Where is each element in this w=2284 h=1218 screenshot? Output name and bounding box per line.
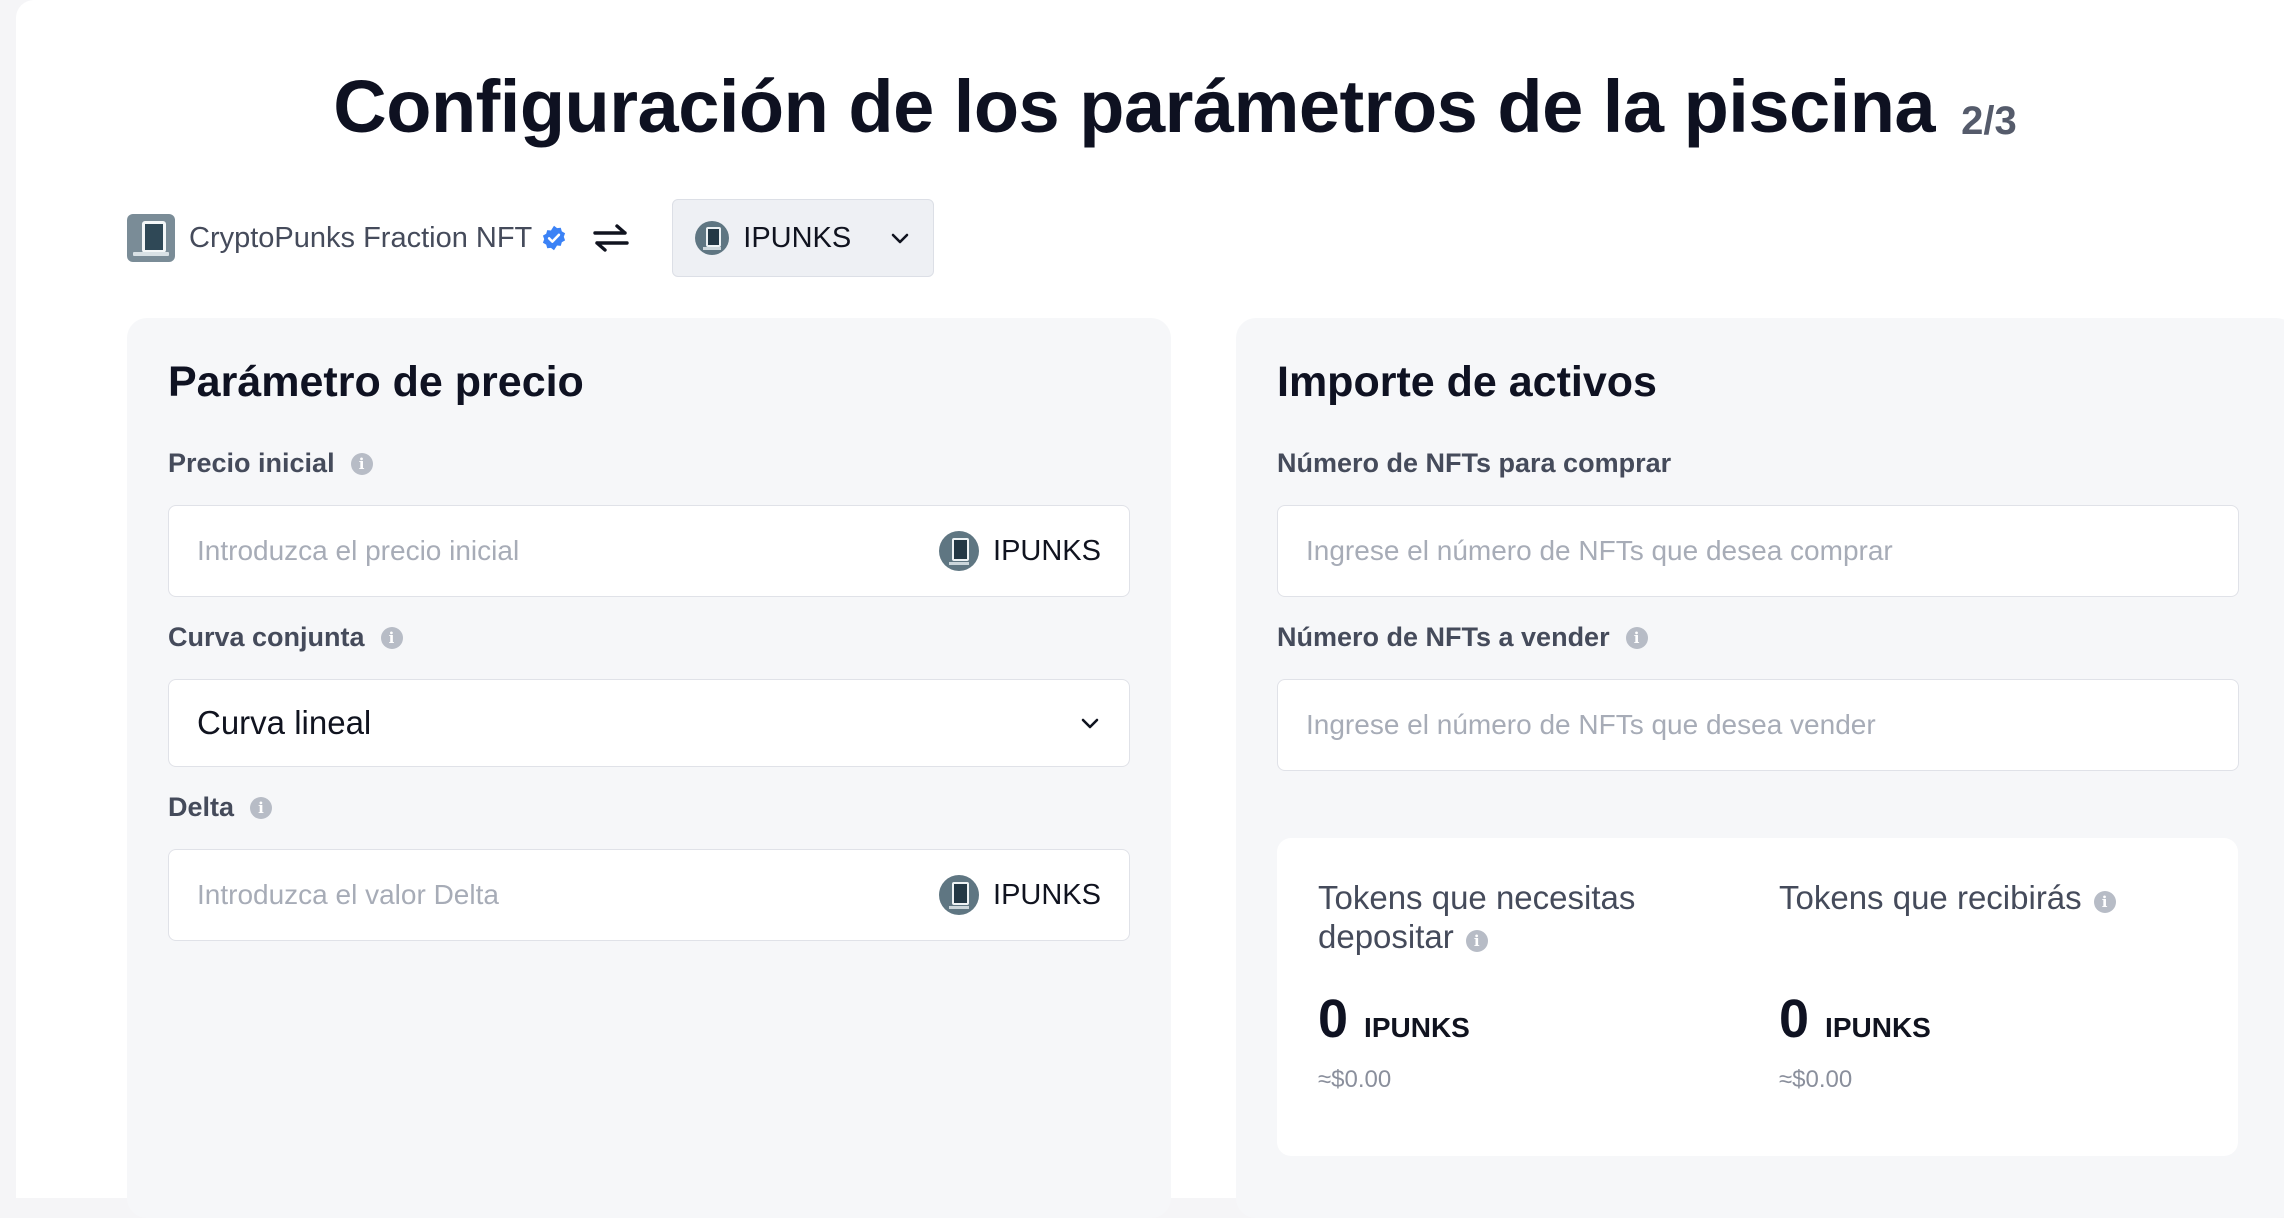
info-icon[interactable]: i xyxy=(1465,930,1488,952)
initial-price-input[interactable]: Introduzca el precio inicial IPUNKS xyxy=(168,505,1130,597)
sell-nfts-label: Número de NFTs a vender xyxy=(1277,622,1610,652)
delta-placeholder: Introduzca el valor Delta xyxy=(197,879,499,910)
info-icon[interactable]: i xyxy=(1625,626,1648,649)
deposit-unit: IPUNKS xyxy=(1364,1012,1470,1043)
sell-nfts-label-row: Número de NFTs a vender i xyxy=(1277,622,1648,653)
bonding-curve-select[interactable]: Curva lineal xyxy=(168,679,1130,767)
delta-label: Delta xyxy=(168,792,235,822)
chevron-down-icon xyxy=(891,233,909,244)
deposit-amount: 0 xyxy=(1318,989,1349,1049)
page-header: Configuración de los parámetros de la pi… xyxy=(0,64,2284,149)
buy-nfts-label-row: Número de NFTs para comprar xyxy=(1277,448,1671,479)
chevron-down-icon xyxy=(1081,718,1099,729)
swap-arrows-icon[interactable] xyxy=(592,223,630,253)
bonding-curve-label: Curva conjunta xyxy=(168,622,365,652)
info-icon[interactable]: i xyxy=(380,626,403,649)
delta-unit: IPUNKS xyxy=(939,875,1101,915)
receive-amount-row: 0 IPUNKS xyxy=(1779,988,1931,1050)
ipunks-token-icon xyxy=(695,221,730,255)
token-dropdown[interactable]: IPUNKS xyxy=(672,199,935,277)
ipunks-token-icon xyxy=(939,875,980,915)
receive-amount: 0 xyxy=(1779,989,1810,1049)
buy-nfts-input[interactable]: Ingrese el número de NFTs que desea comp… xyxy=(1277,505,2239,597)
delta-input[interactable]: Introduzca el valor Delta IPUNKS xyxy=(168,849,1130,941)
token-summary-panel: Tokens que necesitas depositar i 0 IPUNKS… xyxy=(1277,838,2238,1156)
verified-badge-icon xyxy=(543,225,566,251)
sell-nfts-placeholder: Ingrese el número de NFTs que desea vend… xyxy=(1306,709,1876,740)
asset-amount-card: Importe de activos Número de NFTs para c… xyxy=(1236,318,2284,1218)
bonding-curve-label-row: Curva conjunta i xyxy=(168,622,403,653)
page-title: Configuración de los parámetros de la pi… xyxy=(333,65,1936,148)
deposit-summary: Tokens que necesitas depositar i xyxy=(1318,878,1635,956)
initial-price-label-row: Precio inicial i xyxy=(168,448,373,479)
token-dropdown-label: IPUNKS xyxy=(743,221,852,254)
deposit-label: Tokens que necesitas depositar i xyxy=(1318,878,1635,956)
deposit-label-line1: Tokens que necesitas xyxy=(1318,879,1636,916)
initial-price-placeholder: Introduzca el precio inicial xyxy=(197,535,520,566)
deposit-amount-row: 0 IPUNKS xyxy=(1318,988,1470,1050)
cryptopunks-collection-icon xyxy=(127,214,175,262)
info-icon[interactable]: i xyxy=(2093,891,2116,913)
delta-label-row: Delta i xyxy=(168,792,273,823)
deposit-usd: ≈$0.00 xyxy=(1318,1066,1392,1093)
delta-unit-label: IPUNKS xyxy=(993,878,1101,911)
info-icon[interactable]: i xyxy=(250,796,273,819)
bonding-curve-value: Curva lineal xyxy=(197,704,372,741)
pair-selector: CryptoPunks Fraction NFT IPUNKS xyxy=(127,198,935,278)
buy-nfts-placeholder: Ingrese el número de NFTs que desea comp… xyxy=(1306,535,1893,566)
receive-unit: IPUNKS xyxy=(1825,1012,1931,1043)
sell-nfts-input[interactable]: Ingrese el número de NFTs que desea vend… xyxy=(1277,679,2239,771)
receive-usd: ≈$0.00 xyxy=(1779,1066,1853,1093)
initial-price-unit: IPUNKS xyxy=(939,531,1101,571)
info-icon[interactable]: i xyxy=(350,452,373,475)
receive-summary: Tokens que recibirás i xyxy=(1779,878,2116,917)
receive-label-text: Tokens que recibirás xyxy=(1779,879,2082,916)
initial-price-label: Precio inicial xyxy=(168,448,335,478)
deposit-label-line2: depositar xyxy=(1318,918,1454,955)
collection-name: CryptoPunks Fraction NFT xyxy=(189,221,533,254)
initial-price-unit-label: IPUNKS xyxy=(993,534,1101,567)
asset-amount-title: Importe de activos xyxy=(1277,358,1657,406)
ipunks-token-icon xyxy=(939,531,980,571)
price-parameters-card: Parámetro de precio Precio inicial i Int… xyxy=(127,318,1171,1218)
price-parameters-title: Parámetro de precio xyxy=(168,358,584,406)
receive-label: Tokens que recibirás i xyxy=(1779,878,2116,917)
buy-nfts-label: Número de NFTs para comprar xyxy=(1277,448,1672,478)
step-indicator: 2/3 xyxy=(1961,99,2017,143)
